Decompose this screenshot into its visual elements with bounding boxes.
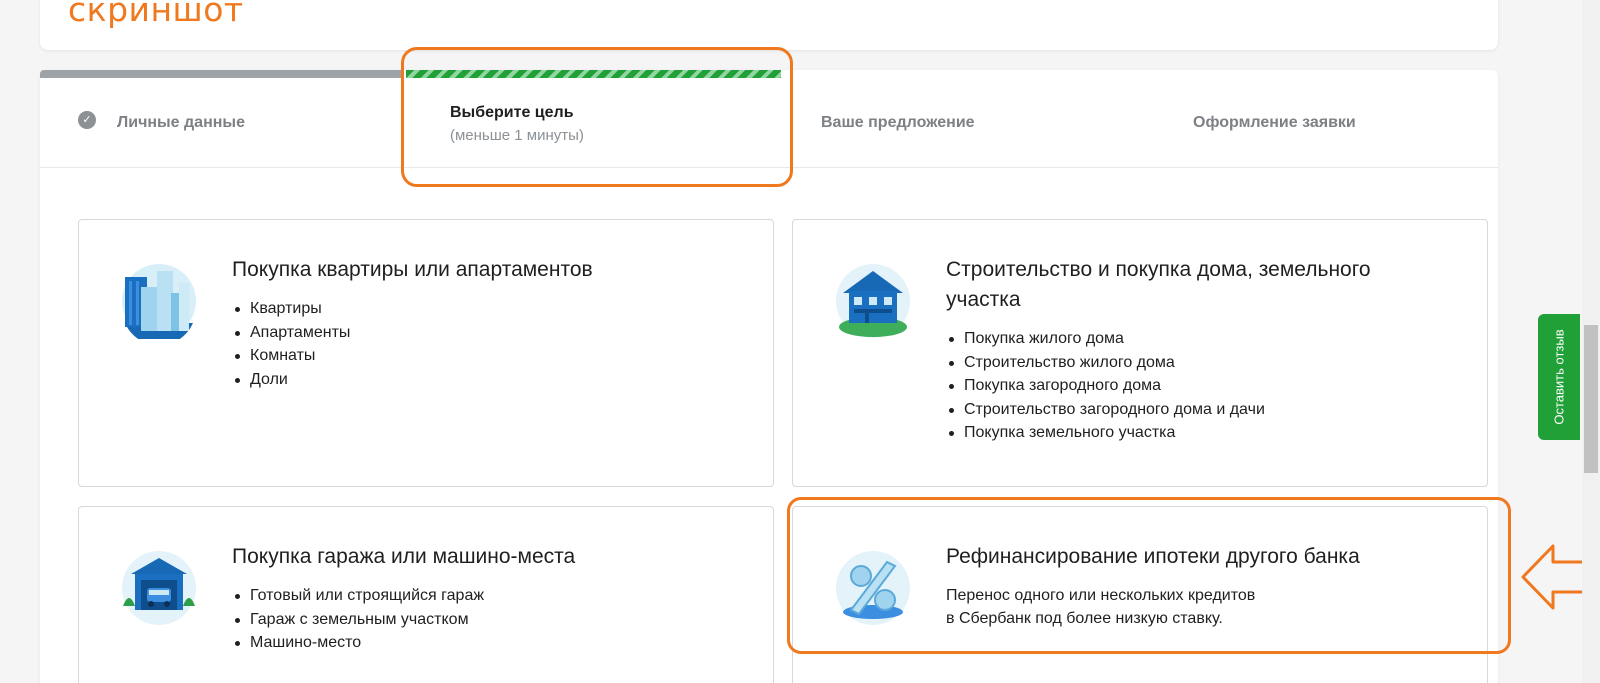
goal-title: Покупка квартиры или апартаментов bbox=[232, 258, 593, 281]
list-item: Покупка земельного участка bbox=[946, 421, 1265, 445]
goal-list: Квартиры Апартаменты Комнаты Доли bbox=[232, 297, 350, 391]
goal-card-garage[interactable]: Покупка гаража или машино-места Готовый … bbox=[78, 506, 774, 683]
goal-card-house[interactable]: Строительство и покупка дома, земельного… bbox=[792, 219, 1488, 487]
step-your-offer: Ваше предложение bbox=[821, 114, 975, 131]
list-item: Апартаменты bbox=[232, 321, 350, 345]
list-item: Гараж с земельным участком bbox=[232, 608, 484, 632]
annotation-label: скриншот bbox=[68, 0, 244, 29]
scrollbar-thumb[interactable] bbox=[1584, 325, 1598, 473]
list-item: Покупка загородного дома bbox=[946, 374, 1265, 398]
list-item: Доли bbox=[232, 368, 350, 392]
goal-title-line2: участка bbox=[946, 288, 1021, 311]
apartment-buildings-icon bbox=[122, 264, 196, 339]
step-application: Оформление заявки bbox=[1193, 114, 1356, 131]
list-item: Квартиры bbox=[232, 297, 350, 321]
list-item: Строительство загородного дома и дачи bbox=[946, 398, 1265, 422]
goal-list: Покупка жилого дома Строительство жилого… bbox=[946, 327, 1265, 445]
list-item: Комнаты bbox=[232, 344, 350, 368]
annotation-highlight-step bbox=[401, 47, 793, 187]
goal-title: Покупка гаража или машино-места bbox=[232, 545, 576, 568]
house-icon bbox=[836, 264, 910, 338]
list-item: Строительство жилого дома bbox=[946, 351, 1265, 375]
garage-icon bbox=[122, 551, 196, 625]
header-card bbox=[40, 0, 1498, 50]
goal-card-apartments[interactable]: Покупка квартиры или апартаментов Кварти… bbox=[78, 219, 774, 487]
feedback-label: Оставить отзыв bbox=[1551, 329, 1567, 425]
list-item: Покупка жилого дома bbox=[946, 327, 1265, 351]
list-item: Готовый или строящийся гараж bbox=[232, 584, 484, 608]
step-personal-data[interactable]: Личные данные bbox=[117, 114, 245, 132]
annotation-highlight-card bbox=[787, 497, 1511, 654]
check-icon: ✓ bbox=[78, 111, 96, 129]
progress-completed-segment bbox=[40, 70, 402, 78]
feedback-button[interactable]: Оставить отзыв bbox=[1538, 314, 1580, 440]
list-item: Машино-место bbox=[232, 631, 484, 655]
goal-list: Готовый или строящийся гараж Гараж с зем… bbox=[232, 584, 484, 655]
goal-title-line1: Строительство и покупка дома, земельного bbox=[946, 258, 1371, 281]
